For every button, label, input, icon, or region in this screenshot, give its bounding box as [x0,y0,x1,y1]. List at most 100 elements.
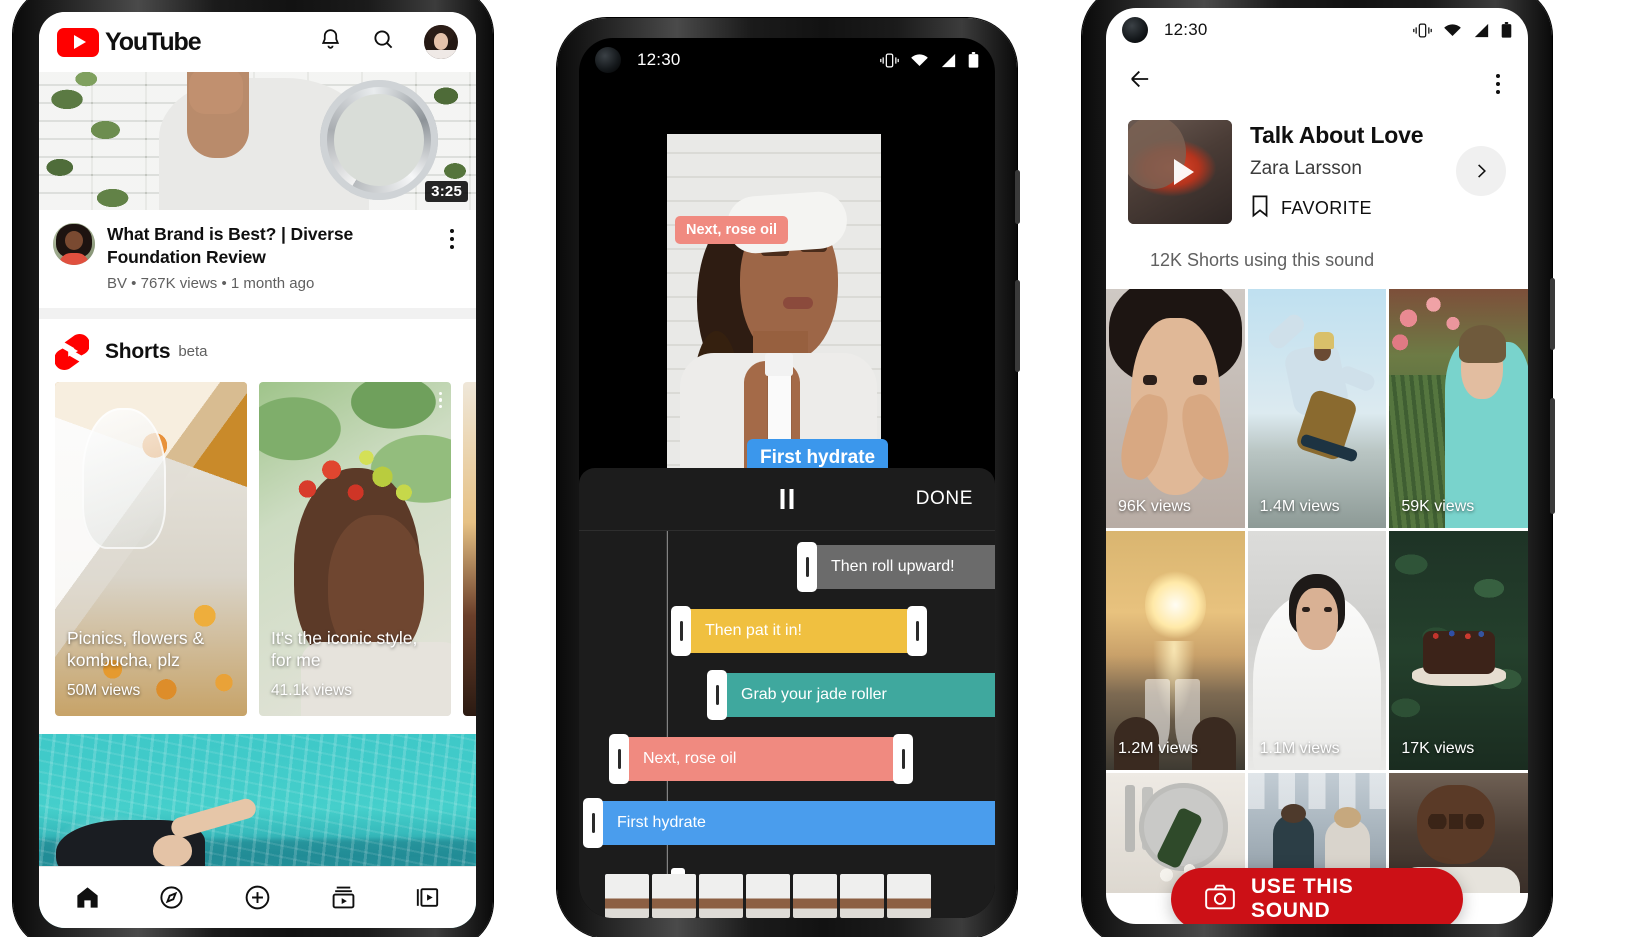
thumb-sun [1144,569,1206,641]
phone3-screen: 12:30 Talk About Love Zara Larsson FAVOR… [1106,8,1528,924]
shorts-card-views: 50M views [67,681,141,699]
youtube-play-icon [57,27,99,57]
kebab-dot [1496,74,1500,78]
shorts-grid[interactable]: 96K views 1.4M views 59K views 1.2M view… [1106,289,1528,893]
thumb-eye-left [1143,375,1158,385]
camera-punch-hole [595,47,621,73]
back-arrow-icon[interactable] [1126,65,1154,98]
plus-circle-icon[interactable] [243,883,272,912]
sound-thumbnail[interactable] [1128,120,1232,224]
pause-icon[interactable] [780,489,794,509]
camera-punch-hole [1122,17,1148,43]
use-this-sound-label: USE THIS SOUND [1251,875,1354,922]
play-icon[interactable] [1174,159,1194,185]
track-handle-left[interactable] [671,606,691,656]
kebab-dot [1496,90,1500,94]
video-filmstrip[interactable] [579,874,995,918]
kebab-menu-icon[interactable] [1488,68,1508,94]
favorite-button[interactable]: FAVORITE [1250,194,1438,223]
home-icon[interactable] [74,884,101,911]
thumb-eye-left [1301,607,1311,612]
grid-cell-views: 1.1M views [1259,740,1340,757]
grid-cell[interactable]: 59K views [1389,289,1528,528]
subscriptions-icon[interactable] [330,884,357,911]
editor-toolbar: DONE [579,468,995,530]
signal-icon [941,53,956,67]
caption-sticker-rose-oil[interactable]: Next, rose oil [675,216,789,244]
thumb-sunglasses [1419,813,1492,830]
done-button[interactable]: DONE [916,488,973,510]
shorts-card-menu-icon[interactable] [438,391,442,409]
phone-youtube-home: YouTube 3:25 What Brand is Best? | Diver… [13,0,493,937]
sound-top-bar [1106,52,1528,110]
phone2-screen: 12:30 Next, rose oil First hydrate DONE … [579,38,995,918]
compass-icon[interactable] [158,884,185,911]
picnic-glass [81,408,167,549]
grid-cell[interactable]: 1.1M views [1247,531,1387,770]
grid-cell[interactable]: 1.2M views [1106,531,1245,770]
phone3-volume-button[interactable] [1550,398,1555,514]
youtube-logo[interactable]: YouTube [57,27,202,57]
phone3-side-button[interactable] [1550,278,1555,350]
shorts-card[interactable]: It's the iconic style, for me 41.1k view… [259,381,451,716]
thumb-berries [1425,626,1492,644]
caption-timeline[interactable]: Then roll upward! Then pat it in! Grab y… [579,530,995,918]
track-handle-left[interactable] [797,542,817,592]
preview-lips [782,296,813,309]
bottom-tab-bar[interactable] [39,866,476,928]
grid-thumb-cake [1389,531,1528,770]
track-handle-right[interactable] [907,606,927,656]
shorts-section-title: Shorts [105,339,171,363]
shorts-card-partial[interactable] [463,381,476,716]
channel-avatar[interactable] [53,223,95,265]
kebab-dot [450,229,454,233]
status-icons [1413,22,1512,38]
thumb-hand-right [1191,717,1237,770]
shorts-carousel[interactable]: Picnics, flowers & kombucha, plz 50M vie… [39,381,476,716]
timeline-track[interactable]: Then roll upward! [797,542,995,592]
chevron-right-icon[interactable] [1456,146,1506,196]
track-label: Then pat it in! [705,622,802,639]
status-time: 12:30 [1164,20,1208,39]
phone2-volume-button[interactable] [1015,280,1020,372]
youtube-header-actions [318,25,458,59]
grid-cell[interactable]: 96K views [1106,289,1245,528]
track-handle-left[interactable] [609,734,629,784]
track-label: First hydrate [617,814,706,831]
sound-row: Talk About Love Zara Larsson FAVORITE [1128,120,1506,224]
thumb-eye-right [1193,375,1208,385]
track-handle-left[interactable] [583,798,603,848]
video-meta-row[interactable]: What Brand is Best? | Diverse Foundation… [39,210,476,308]
preview-spray-cap [765,353,794,376]
video-thumbnail[interactable]: 3:25 [39,72,476,210]
shorts-card[interactable]: Picnics, flowers & kombucha, plz 50M vie… [55,381,247,716]
grid-cell[interactable]: 17K views [1389,531,1528,770]
phone2-side-button[interactable] [1015,170,1020,224]
use-this-sound-button[interactable]: USE THIS SOUND [1171,868,1463,924]
video-duration-badge: 3:25 [425,181,468,202]
filmstrip-frame [793,874,837,918]
wifi-icon [1444,23,1461,36]
bell-icon[interactable] [318,27,343,57]
timeline-track[interactable]: Next, rose oil [609,734,913,784]
account-avatar[interactable] [424,25,458,59]
track-handle-right[interactable] [893,734,913,784]
kebab-dot [450,237,454,241]
timeline-track[interactable]: First hydrate [583,798,995,848]
library-icon[interactable] [414,884,441,911]
timeline-track[interactable]: Then pat it in! [671,606,927,656]
channel-avatar-shirt [58,253,90,265]
search-icon[interactable] [371,27,396,57]
track-handle-left[interactable] [707,670,727,720]
grid-cell-views: 17K views [1401,740,1475,757]
wifi-icon [911,53,928,66]
favorite-label: FAVORITE [1281,198,1372,218]
timeline-track[interactable]: Grab your jade roller [707,670,995,720]
timeline-playhead[interactable] [667,531,668,918]
kebab-menu-icon[interactable] [442,223,462,292]
grid-thumb-garden [1389,289,1528,528]
status-bar: 12:30 [579,38,995,82]
grid-cell[interactable]: 1.4M views [1247,289,1387,528]
grid-thumb-sunset-toast [1106,531,1245,770]
sound-title: Talk About Love [1250,122,1424,148]
